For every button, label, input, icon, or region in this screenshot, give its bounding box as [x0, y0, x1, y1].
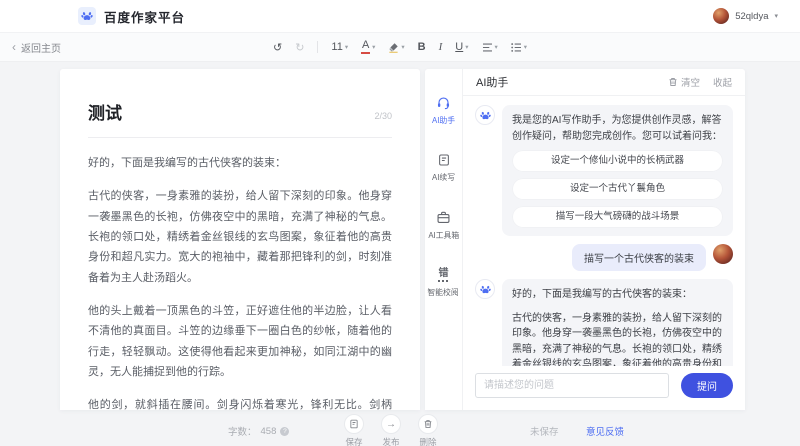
doc-title-input[interactable]: 测试 — [88, 99, 122, 124]
bold-button[interactable]: B — [418, 41, 426, 53]
back-label: 返回主页 — [21, 40, 61, 55]
headset-icon — [436, 95, 451, 110]
right-block: AI助手 AI续写 A — [425, 69, 745, 410]
highlight-button[interactable]: ▾ — [388, 42, 404, 53]
sidebar-item-ai-continue[interactable]: AI续写 — [431, 153, 456, 183]
underline-button[interactable]: U ▾ — [455, 41, 468, 53]
suggestion-pill[interactable]: 设定一个古代丫鬟角色 — [512, 178, 723, 200]
editor-toolbar: ↺ ↻ 11 ▾ A ▾ ▾ B I U ▾ ▾ — [273, 33, 527, 61]
question-input[interactable] — [475, 373, 669, 398]
feedback-link[interactable]: 意见反馈 — [586, 424, 624, 438]
trash-icon — [418, 414, 438, 434]
doc-paragraph[interactable]: 古代的侠客，一身素雅的装扮，给人留下深刻的印象。他身穿一袭墨黑色的长袍，仿佛夜空… — [88, 186, 392, 288]
ask-button[interactable]: 提问 — [681, 373, 733, 398]
ai-reply-row: 好的，下面是我编写的古代侠客的装束： 古代的侠客，一身素雅的装扮，给人留下深刻的… — [475, 279, 733, 366]
toolbar-bar: ‹ 返回主页 ↺ ↻ 11 ▾ A ▾ ▾ B I U ▾ — [0, 32, 800, 62]
save-status: 未保存 — [530, 424, 559, 438]
doc-paragraph[interactable]: 他的剑，就斜插在腰间。剑身闪烁着寒光，锋利无比。剑柄上，裹着精致的黑色鲨鱼皮，上… — [88, 395, 392, 410]
title-divider — [88, 137, 392, 138]
ai-paw-icon — [475, 279, 495, 299]
sidebar-item-label: 智能校阅 — [428, 286, 459, 297]
file-icon — [344, 414, 364, 434]
font-size-select[interactable]: 11 ▾ — [331, 41, 348, 53]
clear-button[interactable]: 清空 — [668, 75, 700, 89]
user-message-row: 描写一个古代侠客的装束 — [475, 244, 733, 271]
caret-down-icon: ▾ — [774, 12, 778, 20]
highlighter-icon — [388, 42, 399, 53]
main-area: 测试 2/30 好的，下面是我编写的古代侠客的装束： 古代的侠客，一身素雅的装扮… — [0, 62, 800, 410]
reply-body: 古代的侠客，一身素雅的装扮，给人留下深刻的印象。他身穿一袭墨黑色的长袍，仿佛夜空… — [512, 311, 723, 367]
publish-button[interactable]: → 发布 — [381, 414, 401, 446]
user-avatar — [713, 244, 733, 264]
undo-icon: ↺ — [273, 41, 282, 54]
caret-down-icon: ▾ — [345, 43, 348, 51]
user-menu[interactable]: 52qldya ▾ — [713, 8, 778, 24]
ai-paw-icon — [475, 105, 495, 125]
sidebar-item-label: AI工具箱 — [428, 229, 459, 240]
list-button[interactable]: ▾ — [511, 43, 527, 52]
doc-paragraph[interactable]: 好的，下面是我编写的古代侠客的装束： — [88, 153, 392, 173]
reply-bubble: 好的，下面是我编写的古代侠客的装束： 古代的侠客，一身素雅的装扮，给人留下深刻的… — [502, 279, 733, 366]
suggestion-pill[interactable]: 描写一段大气磅礴的战斗场景 — [512, 206, 723, 228]
doc-paragraph[interactable]: 他的头上戴着一顶黑色的斗笠，正好遮住他的半边脸，让人看不清他的真面目。斗笠的边缘… — [88, 301, 392, 382]
sidebar-item-proofread[interactable]: 错 智能校阅 — [426, 268, 460, 298]
sidebar-item-ai-assistant[interactable]: AI助手 — [431, 95, 456, 126]
app-header: 百度作家平台 52qldya ▾ — [0, 0, 800, 32]
ai-tools-sidebar: AI助手 AI续写 A — [425, 69, 463, 410]
caret-down-icon: ▾ — [524, 43, 527, 51]
app-title: 百度作家平台 — [104, 7, 185, 26]
info-icon[interactable]: ? — [280, 427, 289, 436]
arrow-right-icon: → — [381, 414, 401, 434]
caret-down-icon: ▾ — [401, 43, 404, 51]
trash-icon — [668, 77, 678, 87]
chevron-left-icon: ‹ — [12, 41, 16, 53]
redo-icon: ↻ — [295, 41, 304, 54]
sidebar-item-label: AI续写 — [432, 171, 455, 182]
undo-button[interactable]: ↺ — [273, 41, 282, 54]
caret-down-icon: ▾ — [494, 43, 497, 51]
user-bubble: 描写一个古代侠客的装束 — [572, 244, 706, 271]
proofread-icon: 错 — [438, 268, 448, 282]
title-counter: 2/30 — [374, 111, 392, 121]
chat-area[interactable]: 我是您的AI写作助手，为您提供创作灵感，解答创作疑问，帮助您完成创作。您可以试着… — [463, 96, 745, 366]
greeting-text: 我是您的AI写作助手，为您提供创作灵感，解答创作疑问，帮助您完成创作。您可以试着… — [512, 113, 723, 144]
caret-down-icon: ▾ — [465, 43, 468, 51]
assistant-header: AI助手 清空 收起 — [463, 69, 745, 96]
sidebar-item-ai-toolbox[interactable]: AI工具箱 — [427, 210, 461, 241]
align-button[interactable]: ▾ — [481, 43, 497, 52]
avatar[interactable] — [713, 8, 729, 24]
italic-button[interactable]: I — [439, 41, 443, 53]
list-icon — [511, 43, 522, 52]
document-card: 测试 2/30 好的，下面是我编写的古代侠客的装束： 古代的侠客，一身素雅的装扮… — [60, 69, 420, 410]
panel-title: AI助手 — [476, 74, 508, 90]
word-count: 字数：458 ? — [228, 424, 289, 438]
redo-button[interactable]: ↻ — [295, 41, 304, 54]
sidebar-item-label: AI助手 — [432, 114, 455, 125]
align-icon — [481, 43, 492, 52]
font-color-button[interactable]: A ▾ — [361, 40, 375, 54]
save-button[interactable]: 保存 — [344, 414, 364, 446]
question-input-row: 提问 — [463, 366, 745, 410]
collapse-button[interactable]: 收起 — [713, 75, 732, 89]
assistant-panel: AI助手 清空 收起 — [463, 69, 745, 410]
suggestion-pill[interactable]: 设定一个修仙小说中的长柄武器 — [512, 150, 723, 172]
brand: 百度作家平台 — [78, 7, 185, 26]
ai-greeting-row: 我是您的AI写作助手，为您提供创作灵感，解答创作疑问，帮助您完成创作。您可以试着… — [475, 105, 733, 236]
caret-down-icon: ▾ — [372, 43, 375, 51]
username: 52qldya — [735, 11, 768, 22]
reply-intro: 好的，下面是我编写的古代侠客的装束： — [512, 287, 723, 303]
greeting-bubble: 我是您的AI写作助手，为您提供创作灵感，解答创作疑问，帮助您完成创作。您可以试着… — [502, 105, 733, 236]
toolbar-divider — [317, 41, 318, 53]
document-editor[interactable]: 好的，下面是我编写的古代侠客的装束： 古代的侠客，一身素雅的装扮，给人留下深刻的… — [88, 153, 392, 410]
toolbox-icon — [436, 210, 451, 225]
document-pen-icon — [437, 153, 451, 167]
back-button[interactable]: ‹ 返回主页 — [12, 40, 61, 55]
baidu-paw-icon — [78, 7, 96, 25]
delete-button[interactable]: 删除 — [418, 414, 438, 446]
footer-bar: 字数：458 ? 保存 → 发布 删除 未保存 意见反馈 — [0, 410, 800, 446]
